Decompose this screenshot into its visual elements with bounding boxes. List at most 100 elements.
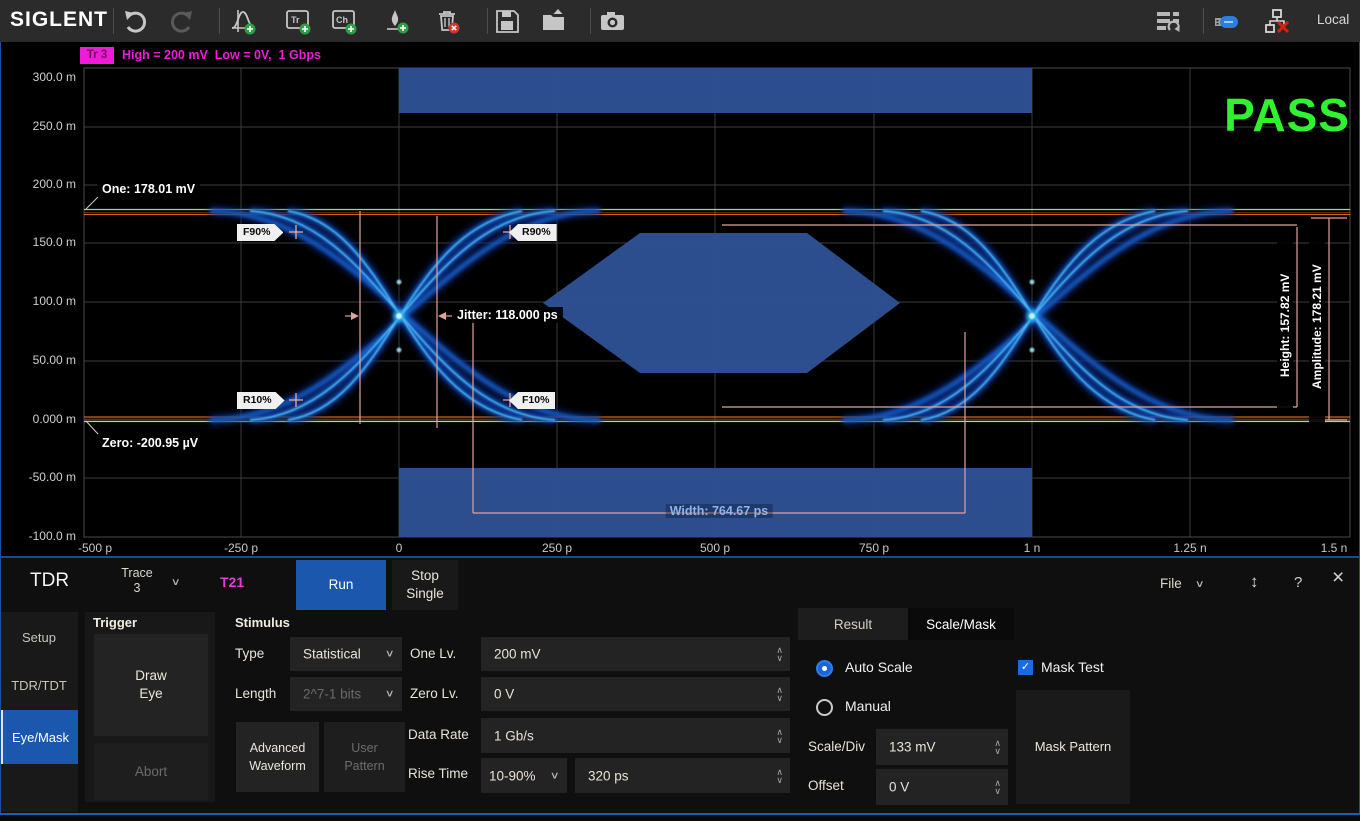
tr-glyph: Tr [291, 15, 300, 25]
spin-down-icon[interactable]: ∨ [776, 736, 783, 744]
x-tick: 1 n [1024, 541, 1041, 555]
mask-test-label: Mask Test [1041, 659, 1104, 675]
x-tick: 0 [396, 541, 403, 555]
y-tick: 100.0 m [8, 294, 76, 308]
stop-label: Stop [411, 567, 439, 585]
y-tick: 250.0 m [8, 119, 76, 133]
tab-scale-mask[interactable]: Scale/Mask [908, 608, 1014, 640]
trace-selector-chevron-icon[interactable]: ∨ [171, 577, 181, 588]
tab-scale-mask-label: Scale/Mask [926, 617, 996, 632]
abort-label: Abort [135, 763, 167, 781]
rise-time-value: 320 ps [588, 768, 629, 783]
file-menu-chevron-icon[interactable]: ∨ [1195, 579, 1205, 590]
draw-eye-button[interactable]: Draw Eye [94, 634, 208, 736]
y-tick: 150.0 m [8, 235, 76, 249]
file-menu[interactable]: File [1160, 576, 1182, 591]
length-dropdown[interactable]: 2^7-1 bits ∨ [290, 677, 402, 711]
rise-time-ref-value: 10-90% [489, 768, 536, 783]
measurement-lines [345, 211, 1347, 513]
user-pattern-button[interactable]: User Pattern [324, 722, 405, 792]
spin-down-icon[interactable]: ∨ [994, 787, 1001, 795]
add-marker-icon[interactable] [383, 8, 410, 35]
advanced-label-2: Waveform [249, 757, 306, 775]
type-value: Statistical [303, 647, 361, 662]
data-rate-input[interactable]: 1 Gb/s ∧∨ [481, 718, 790, 753]
add-trace-icon[interactable]: Tr [285, 8, 312, 35]
x-tick: 1.5 n [1321, 541, 1348, 555]
spin-down-icon[interactable]: ∨ [994, 747, 1001, 755]
eye-width-annotation: Width: 764.67 ps [666, 504, 773, 518]
mask-pattern-button[interactable]: Mask Pattern [1016, 690, 1130, 804]
offset-input[interactable]: 0 V ∧∨ [876, 769, 1008, 805]
stimulus-header: Stimulus [235, 615, 290, 630]
display-config-icon[interactable] [1155, 8, 1182, 35]
rise-time-ref-dropdown[interactable]: 10-90% ∨ [481, 758, 567, 793]
panel-title: TDR [30, 570, 69, 592]
rise-time-label: Rise Time [408, 766, 468, 781]
user-pattern-label-1: User [351, 739, 377, 757]
undo-icon[interactable] [122, 8, 149, 35]
f90-flag: F90% [237, 224, 283, 241]
type-dropdown[interactable]: Statistical ∨ [290, 637, 402, 671]
mask-test-checkbox[interactable]: ✓ [1018, 660, 1033, 675]
redo-icon[interactable] [168, 8, 195, 35]
amplitude-annotation: Amplitude: 178.21 mV [1309, 228, 1325, 426]
run-button[interactable]: Run [296, 560, 386, 610]
siglent-logo: SIGLENT [10, 8, 108, 32]
open-file-icon[interactable] [541, 8, 568, 35]
delete-trash-icon[interactable] [434, 8, 461, 35]
data-rate-label: Data Rate [408, 727, 469, 742]
trace-id-label: T21 [220, 574, 244, 590]
close-panel-icon[interactable]: × [1332, 566, 1344, 590]
zero-lv-input[interactable]: 0 V ∧∨ [481, 677, 790, 711]
rise-time-input[interactable]: 320 ps ∧∨ [575, 758, 790, 793]
draw-eye-label-2: Eye [139, 685, 162, 703]
network-error-icon[interactable] [1264, 8, 1291, 35]
add-waveform-icon[interactable] [230, 8, 257, 35]
one-level-annotation: One: 178.01 mV [97, 181, 200, 197]
trace-selector-line1: Trace [106, 566, 168, 581]
usb-device-icon[interactable] [1213, 8, 1240, 35]
sidebar-item-setup[interactable]: Setup [0, 614, 78, 660]
offset-label: Offset [808, 778, 844, 793]
spin-down-icon[interactable]: ∨ [776, 654, 783, 662]
x-tick: 500 p [700, 541, 730, 555]
data-rate-value: 1 Gb/s [494, 728, 534, 743]
x-tick: -500 p [78, 541, 112, 555]
annotation-leader-lines [86, 197, 98, 434]
add-channel-icon[interactable]: Ch [331, 8, 358, 35]
auto-scale-radio[interactable] [816, 660, 833, 677]
single-label: Single [406, 585, 444, 603]
toolbar-separator [219, 8, 220, 34]
x-tick: 250 p [542, 541, 572, 555]
tab-result[interactable]: Result [798, 608, 908, 640]
advanced-waveform-button[interactable]: Advanced Waveform [236, 722, 319, 792]
x-tick: -250 p [224, 541, 258, 555]
r10-flag: R10% [237, 392, 285, 409]
trace-selector[interactable]: Trace 3 [106, 566, 168, 596]
tab-result-label: Result [834, 617, 872, 632]
zero-lv-label: Zero Lv. [410, 686, 459, 701]
scale-div-input[interactable]: 133 mV ∧∨ [876, 729, 1008, 765]
length-label: Length [235, 686, 276, 701]
expand-panel-icon[interactable]: ↕ [1250, 572, 1259, 592]
length-chevron-icon: ∨ [384, 689, 394, 700]
screenshot-camera-icon[interactable] [599, 8, 626, 35]
spin-down-icon[interactable]: ∨ [776, 776, 783, 784]
one-lv-input[interactable]: 200 mV ∧∨ [481, 637, 790, 671]
sidebar-item-tdr-tdt[interactable]: TDR/TDT [0, 662, 78, 708]
manual-label: Manual [845, 698, 891, 714]
spin-down-icon[interactable]: ∨ [776, 694, 783, 702]
save-icon[interactable] [494, 8, 521, 35]
run-button-label: Run [329, 576, 354, 594]
manual-radio[interactable] [816, 699, 833, 716]
r90-flag: R90% [509, 224, 557, 241]
length-value: 2^7-1 bits [303, 687, 361, 702]
zero-level-annotation: Zero: -200.95 µV [97, 435, 203, 451]
help-icon[interactable]: ? [1294, 574, 1302, 591]
one-lv-label: One Lv. [410, 646, 456, 661]
stop-single-button[interactable]: Stop Single [392, 560, 458, 610]
abort-button[interactable]: Abort [94, 743, 208, 800]
sidebar-item-eye-mask[interactable]: Eye/Mask [0, 710, 78, 764]
scale-div-value: 133 mV [889, 740, 936, 755]
